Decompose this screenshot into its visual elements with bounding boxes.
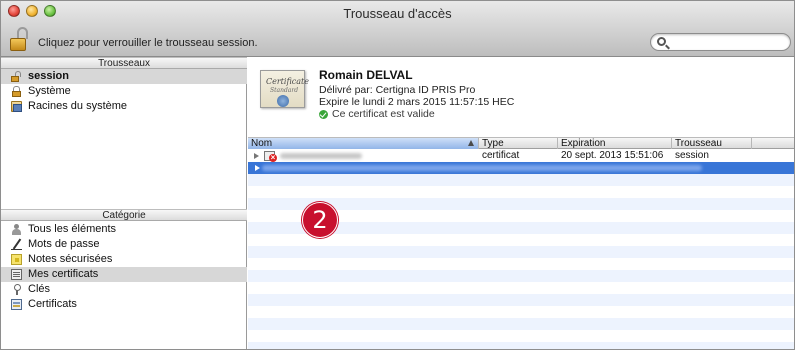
sidebar-item-label: Tous les éléments [28,223,117,235]
column-header-label: Type [482,138,504,149]
search-icon [657,37,666,46]
keychains-header: Trousseaux [1,57,247,69]
category-list: Tous les éléments Mots de passe Notes sé… [1,222,247,312]
search-input[interactable] [650,33,791,51]
pen-icon [11,239,22,250]
step-number-badge: 2 [302,202,338,238]
sidebar-item-label: session [28,70,69,82]
certificate-image-line2: Standard [270,87,299,94]
keychain-window: Trousseau d'accès Cliquez pour verrouill… [0,0,795,350]
sidebar-item-label: Certificats [28,298,77,310]
sidebar-item-label: Mots de passe [28,238,100,250]
table-row-empty [248,318,794,330]
table-row-selected[interactable] [248,162,794,174]
category-header: Catégorie [1,209,247,221]
table-row-empty [248,330,794,342]
table-row-empty [248,234,794,246]
certificate-status: Ce certificat est valide [332,108,435,120]
table-row-empty [248,186,794,198]
disclosure-triangle-icon[interactable] [255,165,260,171]
certificate-icon [11,269,22,280]
sidebar-item-all[interactable]: Tous les éléments [1,222,247,237]
sidebar: Trousseaux session Système Racines du sy… [1,57,247,349]
column-header-name[interactable]: Nom [248,138,479,149]
certificate-name: Romain DELVAL [319,68,413,82]
table-row-empty [248,246,794,258]
table-row-empty [248,294,794,306]
lock-hint-text: Cliquez pour verrouiller le trousseau se… [38,37,258,49]
person-icon [11,224,22,235]
sidebar-item-my-certificates[interactable]: Mes certificats [1,267,247,282]
sidebar-item-label: Mes certificats [28,268,99,280]
lock-icon[interactable] [8,27,32,53]
note-icon [11,254,22,265]
sidebar-item-label: Notes sécurisées [28,253,113,265]
certificate-issuer: Délivré par: Certigna ID PRIS Pro [319,84,476,96]
column-header-keychain[interactable]: Trousseau [672,138,752,149]
table-header: Nom Type Expiration Trousseau [248,137,794,149]
column-header-label: Nom [251,138,273,149]
table-row-empty [248,306,794,318]
table-row-empty [248,282,794,294]
sidebar-item-keys[interactable]: Clés [1,282,247,297]
disclosure-triangle-icon[interactable] [254,153,259,159]
sidebar-item-session[interactable]: session [1,69,247,84]
redacted-row-content [262,165,702,171]
sidebar-item-systeme[interactable]: Système [1,84,247,99]
table-row-empty [248,258,794,270]
column-header-expiration[interactable]: Expiration [558,138,672,149]
check-icon [319,110,328,119]
column-header-label: Trousseau [675,138,722,149]
cell-keychain: session [675,150,709,161]
table-row-empty [248,270,794,282]
certificate-detail: Certificate Standard Romain DELVAL Déliv… [248,57,794,137]
items-table: Nom Type Expiration Trousseau certificat… [248,137,794,349]
title-bar: Trousseau d'accès Cliquez pour verrouill… [1,1,794,57]
certificate-expiry: Expire le lundi 2 mars 2015 11:57:15 HEC [319,96,515,108]
window-title: Trousseau d'accès [343,6,452,21]
sidebar-item-secure-notes[interactable]: Notes sécurisées [1,252,247,267]
lock-open-icon [11,71,22,82]
table-row-empty [248,174,794,186]
folder-icon [11,101,22,112]
redacted-name [280,153,362,159]
certificate-image-line1: Certificate [266,77,309,86]
sidebar-item-label: Système [28,85,71,97]
certificate-image-icon: Certificate Standard [260,70,309,108]
sidebar-item-label: Racines du système [28,100,128,112]
sidebar-item-passwords[interactable]: Mots de passe [1,237,247,252]
keychain-list: session Système Racines du système [1,69,247,114]
certificate-error-icon [264,151,277,162]
sidebar-item-certificates[interactable]: Certificats [1,297,247,312]
cell-type: certificat [482,150,520,161]
key-icon [11,284,22,295]
cell-expiration: 20 sept. 2013 15:51:06 [561,150,664,161]
column-header-type[interactable]: Type [479,138,558,149]
column-header-label: Expiration [561,138,606,149]
sidebar-item-racines[interactable]: Racines du système [1,99,247,114]
sort-ascending-icon [468,140,474,146]
lock-icon [11,86,22,97]
sidebar-item-label: Clés [28,283,51,295]
certificate-stack-icon [11,299,22,310]
table-row[interactable]: certificat 20 sept. 2013 15:51:06 sessio… [248,150,794,162]
table-row-empty [248,342,794,349]
